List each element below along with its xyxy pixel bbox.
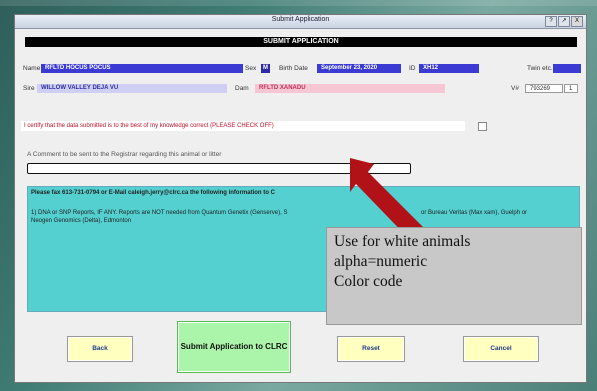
annotation-callout: Use for white animals alpha=numeric Colo… [326, 227, 582, 325]
annotation-arrow [350, 158, 428, 244]
callout-line-3: Color code [334, 273, 403, 290]
callout-line-1: Use for white animals [334, 233, 471, 250]
callout-line-2: alpha=numeric [334, 253, 428, 270]
